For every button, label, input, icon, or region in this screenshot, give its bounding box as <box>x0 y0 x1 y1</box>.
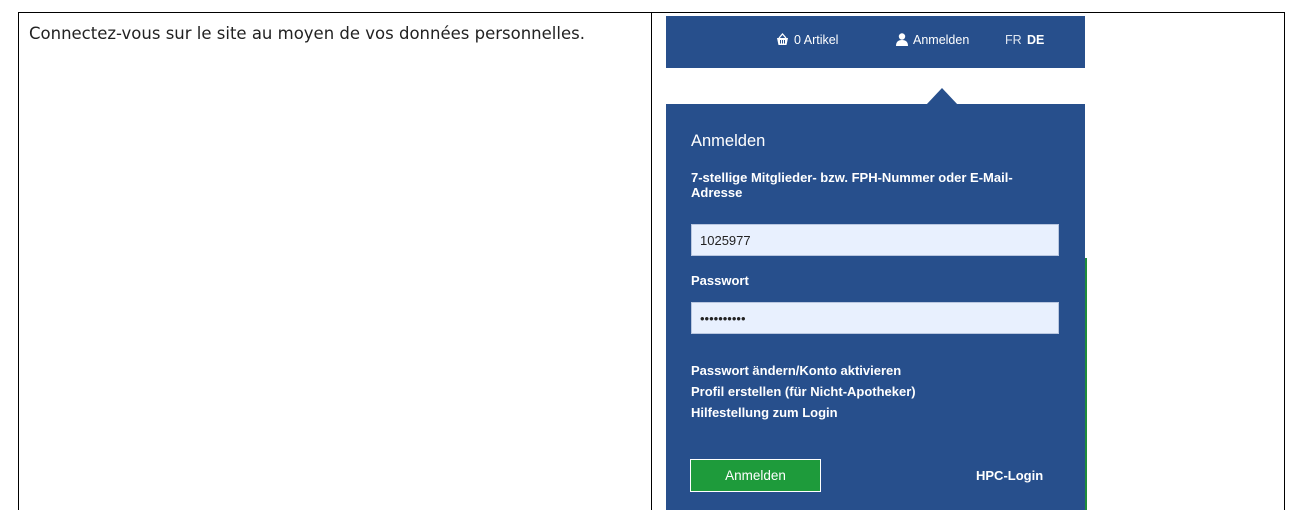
login-link[interactable]: Anmelden <box>896 33 969 47</box>
site-header: 0 Artikel Anmelden FR DE <box>666 16 1085 68</box>
basket-icon <box>777 33 788 45</box>
change-password-link[interactable]: Passwort ändern/Konto aktivieren <box>691 360 916 381</box>
login-link-label: Anmelden <box>913 33 970 47</box>
login-submit-button[interactable]: Anmelden <box>690 459 821 492</box>
panel-accent-edge <box>1085 258 1087 510</box>
login-help-link[interactable]: Hilfestellung zum Login <box>691 402 916 423</box>
table-column-divider <box>651 12 652 510</box>
create-profile-link[interactable]: Profil erstellen (für Nicht-Apotheker) <box>691 381 916 402</box>
cart-link[interactable]: 0 Artikel <box>776 33 838 47</box>
language-fr[interactable]: FR <box>1005 33 1022 47</box>
password-input[interactable] <box>691 302 1059 334</box>
login-dropdown: Anmelden 7-stellige Mitglieder- bzw. FPH… <box>666 104 1085 510</box>
id-field-label: 7-stellige Mitglieder- bzw. FPH-Nummer o… <box>691 170 1013 200</box>
user-icon <box>896 33 908 46</box>
password-field-label: Passwort <box>691 273 749 288</box>
member-id-input[interactable] <box>691 224 1059 256</box>
language-de[interactable]: DE <box>1027 33 1044 47</box>
help-links: Passwort ändern/Konto aktivieren Profil … <box>691 360 916 423</box>
login-panel-title: Anmelden <box>691 132 766 150</box>
instruction-text: Connectez-vous sur le site au moyen de v… <box>29 24 585 43</box>
cart-label: 0 Artikel <box>794 33 839 47</box>
hpc-login-link[interactable]: HPC-Login <box>976 468 1043 483</box>
dropdown-pointer <box>926 88 958 105</box>
